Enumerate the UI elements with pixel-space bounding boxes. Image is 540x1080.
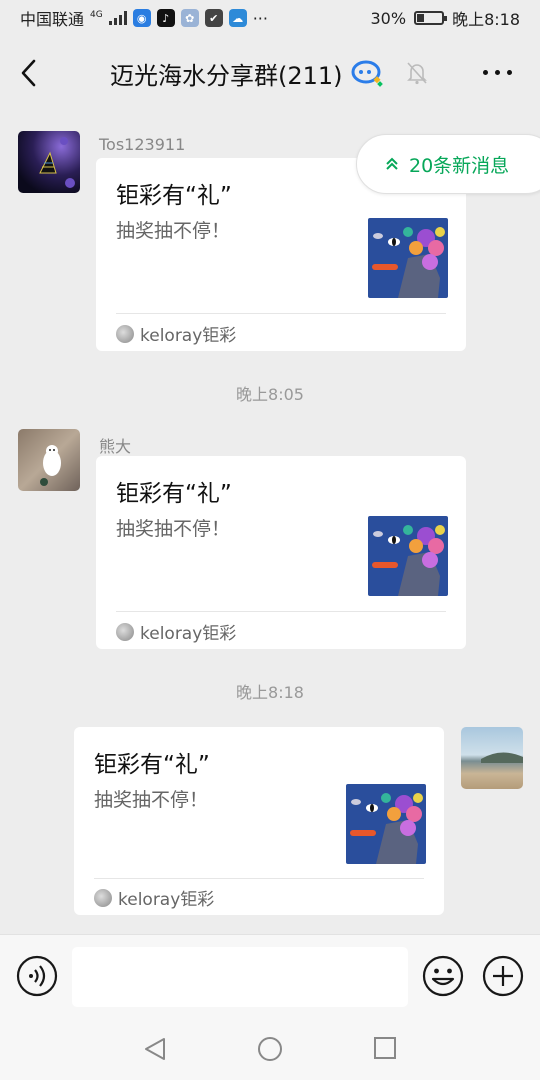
source-logo-icon (94, 888, 112, 907)
nav-back-icon[interactable] (142, 1036, 168, 1062)
battery-icon (414, 11, 448, 25)
avatar-image (481, 752, 523, 763)
card-source: keloray钜彩 (116, 321, 236, 346)
card-thumbnail (346, 784, 426, 864)
avatar-image (40, 445, 61, 486)
sender-name: 熊大 (99, 437, 132, 456)
back-icon[interactable] (18, 58, 42, 88)
card-source: keloray钜彩 (116, 619, 236, 644)
carrier-label: 中国联通 (20, 10, 85, 29)
overflow-icon: ··· (252, 8, 268, 28)
card-description: 抽奖抽不停！ (94, 789, 209, 811)
chat-area[interactable]: Tos123911 钜彩有“礼” 抽奖抽不停！ keloray钜彩 晚上8:05 (0, 110, 540, 934)
new-messages-badge[interactable]: 20条新消息 (356, 134, 540, 194)
source-logo-icon (116, 324, 134, 343)
source-logo-icon (116, 622, 134, 641)
card-title: 钜彩有“礼” (94, 752, 210, 778)
source-name: keloray钜彩 (140, 326, 237, 346)
input-bar (0, 934, 540, 1020)
double-chevron-up-icon (386, 157, 398, 170)
timestamp: 晚上8:05 (236, 385, 304, 404)
network-label: 4G (90, 10, 103, 20)
card-source: keloray钜彩 (94, 885, 214, 910)
card-title: 钜彩有“礼” (116, 183, 232, 209)
signal-icon (108, 11, 127, 25)
plus-icon[interactable] (482, 955, 524, 997)
more-icon[interactable] (483, 70, 512, 75)
sender-name: Tos123911 (99, 135, 186, 154)
mini-program-card[interactable]: 钜彩有“礼” 抽奖抽不停！ keloray钜彩 (96, 456, 466, 649)
page-title: 迈光海水分享群(211) (110, 62, 343, 90)
status-bar: 中国联通 4G ◉ ♪ ✿ ✔ ☁ ··· 30% 晚上8:18 (0, 0, 540, 36)
avatar[interactable] (18, 429, 80, 491)
cloud-icon: ☁ (228, 9, 247, 27)
title-bar: 迈光海水分享群(211) (0, 36, 540, 110)
message-input[interactable] (72, 947, 408, 1007)
voice-icon[interactable] (16, 955, 58, 997)
avatar[interactable] (18, 131, 80, 193)
emoji-icon[interactable] (422, 955, 464, 997)
nav-home-icon[interactable] (256, 1036, 284, 1064)
shield-app-icon: ◉ (132, 9, 151, 27)
chatbot-icon[interactable] (351, 59, 385, 89)
nav-recent-icon[interactable] (372, 1036, 398, 1062)
mute-bell-icon (407, 62, 427, 85)
card-thumbnail (368, 516, 448, 596)
tiktok-icon: ♪ (156, 9, 175, 27)
battery-percent: 30% (370, 8, 407, 28)
divider (116, 611, 446, 612)
divider (116, 313, 446, 314)
avatar-image (39, 137, 75, 188)
new-messages-label: 20条新消息 (409, 154, 510, 177)
divider (94, 878, 424, 879)
card-description: 抽奖抽不停！ (116, 518, 231, 540)
source-name: keloray钜彩 (118, 890, 215, 910)
avatar[interactable] (461, 727, 523, 789)
card-title: 钜彩有“礼” (116, 481, 232, 507)
card-description: 抽奖抽不停！ (116, 220, 231, 242)
clock: 晚上8:18 (452, 10, 520, 29)
security-icon: ✔ (204, 9, 223, 27)
source-name: keloray钜彩 (140, 624, 237, 644)
mini-program-card[interactable]: 钜彩有“礼” 抽奖抽不停！ keloray钜彩 (74, 727, 444, 915)
timestamp: 晚上8:18 (236, 683, 304, 702)
system-nav-bar (0, 1020, 540, 1080)
app-icon: ✿ (180, 9, 199, 27)
card-thumbnail (368, 218, 448, 298)
